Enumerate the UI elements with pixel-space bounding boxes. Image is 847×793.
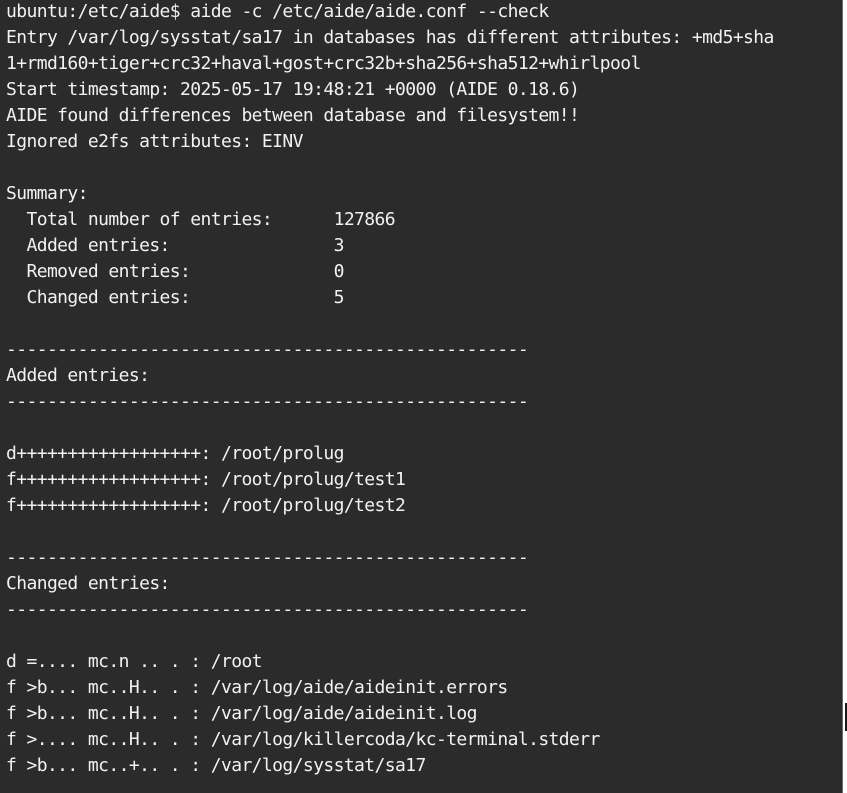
separator-line: ----------------------------------------… <box>6 391 529 412</box>
added-entries-heading: Added entries: <box>6 365 150 386</box>
summary-changed-entries: Changed entries: 5 <box>6 287 344 308</box>
changed-entry-row: f >b... mc..H.. . : /var/log/aide/aidein… <box>6 703 478 724</box>
separator-line: ----------------------------------------… <box>6 599 529 620</box>
added-entry-row: d++++++++++++++++++: /root/prolug <box>6 443 344 464</box>
output-line: AIDE found differences between database … <box>6 105 580 126</box>
changed-entry-row: f >b... mc..+.. . : /var/log/sysstat/sa1… <box>6 755 426 776</box>
output-line: Entry /var/log/sysstat/sa17 in databases… <box>6 27 774 48</box>
changed-entry-row: d =.... mc.n .. . : /root <box>6 651 263 672</box>
changed-entries-heading: Changed entries: <box>6 573 170 594</box>
added-entry-row: f++++++++++++++++++: /root/prolug/test1 <box>6 469 406 490</box>
summary-added-entries: Added entries: 3 <box>6 235 344 256</box>
summary-total-entries: Total number of entries: 127866 <box>6 209 396 230</box>
command-prompt-line: ubuntu:/etc/aide$ aide -c /etc/aide/aide… <box>6 1 549 22</box>
separator-line: ----------------------------------------… <box>6 547 529 568</box>
changed-entry-row: f >b... mc..H.. . : /var/log/aide/aidein… <box>6 677 508 698</box>
output-line: 1+rmd160+tiger+crc32+haval+gost+crc32b+s… <box>6 53 641 74</box>
output-line: Ignored e2fs attributes: EINV <box>6 131 303 152</box>
changed-entry-row: f >.... mc..H.. . : /var/log/killercoda/… <box>6 729 600 750</box>
summary-removed-entries: Removed entries: 0 <box>6 261 344 282</box>
added-entry-row: f++++++++++++++++++: /root/prolug/test2 <box>6 495 406 516</box>
output-line: Start timestamp: 2025-05-17 19:48:21 +00… <box>6 79 580 100</box>
terminal-window[interactable]: ubuntu:/etc/aide$ aide -c /etc/aide/aide… <box>0 0 843 793</box>
separator-line: ----------------------------------------… <box>6 339 529 360</box>
summary-heading: Summary: <box>6 183 89 204</box>
